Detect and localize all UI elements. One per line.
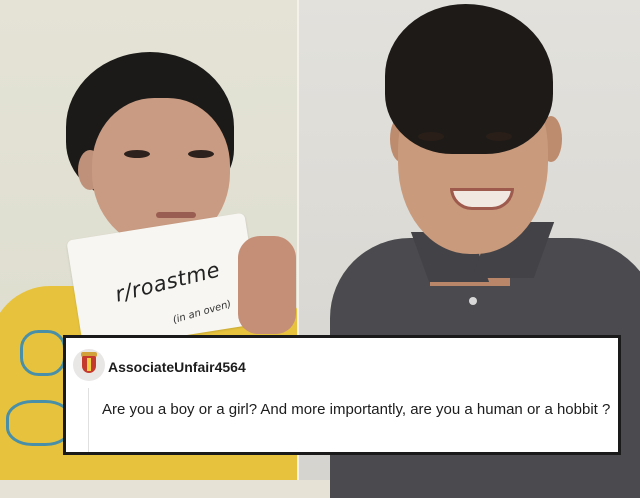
left-person-mouth (156, 212, 196, 218)
right-person-eye (418, 132, 444, 141)
comment-body: Are you a boy or a girl? And more import… (102, 401, 611, 418)
left-person-eye (124, 150, 150, 158)
left-person-hand (238, 236, 296, 334)
coat-of-arms-avatar-icon[interactable] (73, 349, 105, 381)
comment-thread-line[interactable] (88, 388, 89, 452)
right-person-hair (385, 4, 553, 154)
right-person-eye (486, 132, 512, 141)
polo-button (469, 297, 477, 305)
shirt-print-shape (20, 330, 66, 376)
avatar-stripe-shape (87, 358, 91, 371)
comment-username[interactable]: AssociateUnfair4564 (108, 359, 246, 375)
reddit-comment-card: AssociateUnfair4564 Are you a boy or a g… (63, 335, 621, 455)
left-person-eye (188, 150, 214, 158)
